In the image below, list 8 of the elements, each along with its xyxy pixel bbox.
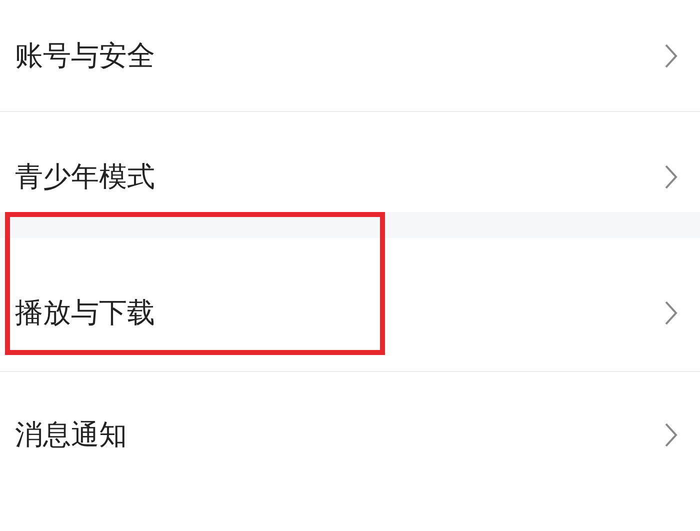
item-label: 青少年模式 [15,161,155,193]
chevron-icon [664,43,678,69]
chevron-icon [664,422,678,448]
item-label: 消息通知 [15,419,127,451]
chevron-icon [664,164,678,190]
item-label: 播放与下载 [15,297,155,329]
chevron-icon [664,300,678,326]
item-label: 账号与安全 [15,40,155,72]
